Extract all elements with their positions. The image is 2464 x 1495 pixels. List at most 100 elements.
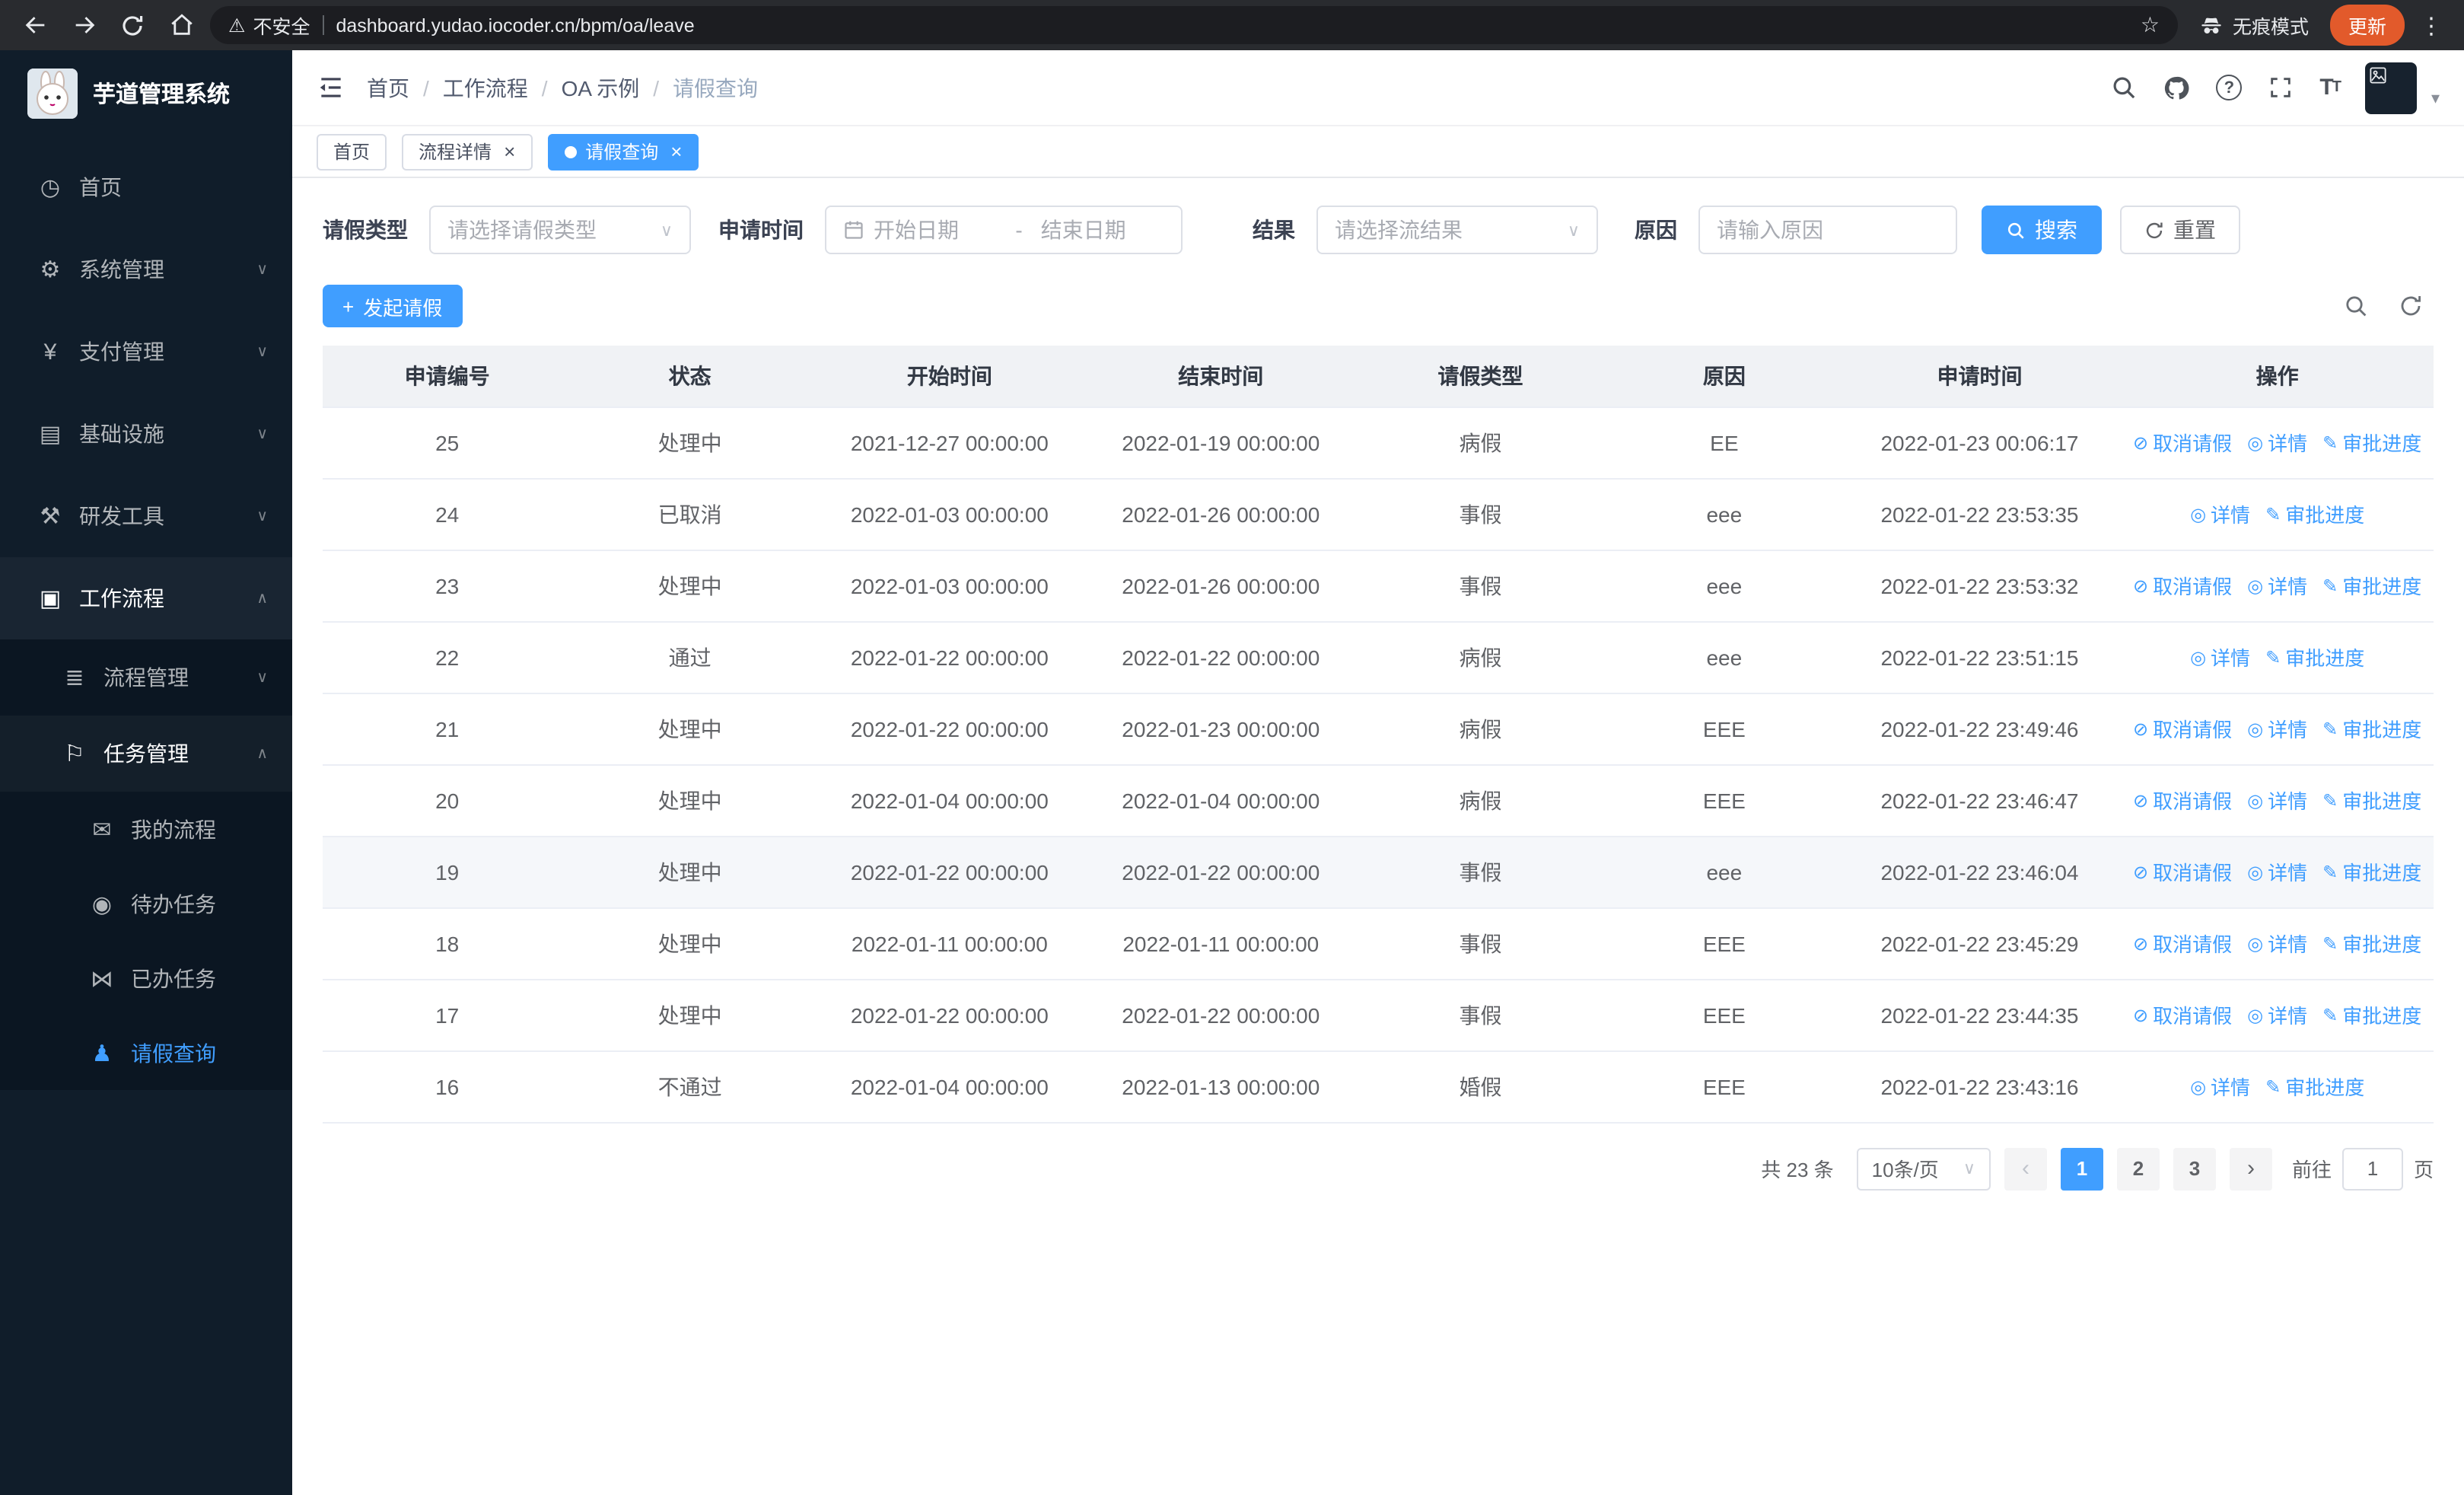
action-progress-link[interactable]: ✎ 审批进度 — [2322, 428, 2421, 457]
apply-time-range-picker[interactable]: 开始日期 - 结束日期 — [825, 206, 1183, 254]
fullscreen-icon[interactable] — [2268, 75, 2294, 100]
next-page-button[interactable]: › — [2229, 1147, 2272, 1190]
action-progress-link[interactable]: ✎ 审批进度 — [2265, 1072, 2364, 1101]
browser-menu-icon[interactable]: ⋮ — [2414, 11, 2449, 39]
cancel-icon: ⊘ — [2133, 932, 2149, 954]
page-size-select[interactable]: 10条/页 ∨ — [1856, 1147, 1991, 1190]
search-icon[interactable] — [2111, 75, 2137, 100]
cell-reason: eee — [1610, 836, 1838, 908]
goto-page-input[interactable] — [2341, 1147, 2403, 1190]
page-1-button[interactable]: 1 — [2060, 1147, 2103, 1190]
sidebar-fold-icon[interactable] — [317, 73, 345, 102]
not-secure-warning[interactable]: ⚠ 不安全 — [228, 11, 310, 40]
action-detail-link[interactable]: ◎ 详情 — [2247, 857, 2307, 886]
action-cancel-link[interactable]: ⊘ 取消请假 — [2133, 428, 2232, 457]
cell-status: 处理中 — [571, 979, 808, 1051]
sidebar-item-todo-tasks[interactable]: ◉ 待办任务 — [0, 866, 292, 941]
cell-status: 处理中 — [571, 907, 808, 980]
sidebar-item-home[interactable]: ◷ 首页 — [0, 146, 292, 228]
action-cancel-link[interactable]: ⊘ 取消请假 — [2133, 1000, 2232, 1029]
avatar-caret-icon[interactable]: ▾ — [2431, 88, 2440, 108]
sidebar-item-dev-tools[interactable]: ⚒ 研发工具 ∨ — [0, 475, 292, 557]
page-3-button[interactable]: 3 — [2173, 1147, 2216, 1190]
action-progress-link[interactable]: ✎ 审批进度 — [2322, 786, 2421, 814]
sidebar-item-done-tasks[interactable]: ⋈ 已办任务 — [0, 941, 292, 1015]
user-avatar[interactable] — [2365, 62, 2418, 113]
action-detail-link[interactable]: ◎ 详情 — [2247, 1000, 2307, 1029]
sidebar-item-workflow[interactable]: ▣ 工作流程 ∧ — [0, 557, 292, 639]
page-2-button[interactable]: 2 — [2116, 1147, 2160, 1190]
cell-end: 2022-01-11 00:00:00 — [1090, 907, 1351, 980]
browser-forward-button[interactable] — [64, 5, 103, 45]
sidebar-item-payment-management[interactable]: ¥ 支付管理 ∨ — [0, 311, 292, 393]
result-select[interactable]: 请选择流结果 ∨ — [1316, 206, 1598, 254]
tab-请假查询[interactable]: 请假查询 × — [547, 133, 699, 170]
browser-home-button[interactable] — [161, 5, 201, 45]
cell-id: 23 — [323, 550, 572, 622]
sidebar-item-my-process[interactable]: ✉ 我的流程 — [0, 792, 292, 866]
app-body: 芋道管理系统 ◷ 首页 ⚙ 系统管理 ∨ ¥ 支付管理 ∨ ▤ 基础设施 ∨ ⚒ 研发工具 ∨ ▣ 工作流程 ∧… — [0, 50, 2464, 1495]
action-detail-link[interactable]: ◎ 详情 — [2247, 714, 2307, 743]
browser-update-button[interactable]: 更新 — [2329, 5, 2405, 46]
action-progress-link[interactable]: ✎ 审批进度 — [2322, 1000, 2421, 1029]
action-progress-link[interactable]: ✎ 审批进度 — [2265, 642, 2364, 671]
create-leave-button[interactable]: + 发起请假 — [323, 285, 463, 327]
toggle-search-icon[interactable] — [2342, 292, 2370, 320]
prev-page-button[interactable]: ‹ — [2004, 1147, 2047, 1190]
action-progress-link[interactable]: ✎ 审批进度 — [2322, 714, 2421, 743]
action-detail-link[interactable]: ◎ 详情 — [2190, 499, 2250, 528]
url-text[interactable]: dashboard.yudao.iocoder.cn/bpm/oa/leave — [336, 14, 2128, 36]
refresh-table-icon[interactable] — [2397, 292, 2424, 320]
action-detail-link[interactable]: ◎ 详情 — [2247, 786, 2307, 814]
search-button[interactable]: 搜索 — [1982, 206, 2102, 254]
search-icon — [2007, 222, 2024, 238]
plus-icon: + — [342, 295, 355, 317]
action-detail-link[interactable]: ◎ 详情 — [2247, 929, 2307, 958]
leave-type-select[interactable]: 请选择请假类型 ∨ — [429, 206, 691, 254]
github-icon[interactable] — [2163, 74, 2190, 101]
action-detail-link[interactable]: ◎ 详情 — [2190, 1072, 2250, 1101]
action-label: 取消请假 — [2153, 432, 2233, 455]
reset-button[interactable]: 重置 — [2120, 206, 2240, 254]
cell-id: 21 — [323, 693, 572, 765]
process-icon: ≣ — [65, 665, 84, 691]
action-progress-link[interactable]: ✎ 审批进度 — [2265, 499, 2364, 528]
reason-input[interactable] — [1698, 206, 1957, 254]
action-cancel-link[interactable]: ⊘ 取消请假 — [2133, 929, 2232, 958]
action-progress-link[interactable]: ✎ 审批进度 — [2322, 857, 2421, 886]
action-detail-link[interactable]: ◎ 详情 — [2247, 428, 2307, 457]
action-cancel-link[interactable]: ⊘ 取消请假 — [2133, 571, 2232, 600]
action-detail-link[interactable]: ◎ 详情 — [2190, 642, 2250, 671]
app-logo[interactable]: 芋道管理系统 — [0, 50, 292, 137]
browser-back-button[interactable] — [15, 5, 55, 45]
sidebar-item-process-management[interactable]: ≣ 流程管理 ∨ — [0, 639, 292, 716]
action-progress-link[interactable]: ✎ 审批进度 — [2322, 929, 2421, 958]
tab-流程详情[interactable]: 流程详情 × — [402, 133, 533, 170]
breadcrumb-item[interactable]: 工作流程 — [443, 72, 528, 103]
action-cancel-link[interactable]: ⊘ 取消请假 — [2133, 714, 2232, 743]
sidebar-item-leave-query[interactable]: ♟ 请假查询 — [0, 1015, 292, 1090]
tab-首页[interactable]: 首页 — [317, 133, 387, 170]
address-bar[interactable]: ⚠ 不安全 dashboard.yudao.iocoder.cn/bpm/oa/… — [210, 6, 2178, 44]
action-detail-link[interactable]: ◎ 详情 — [2247, 571, 2307, 600]
action-cancel-link[interactable]: ⊘ 取消请假 — [2133, 786, 2232, 814]
sidebar-item-infrastructure[interactable]: ▤ 基础设施 ∨ — [0, 393, 292, 475]
font-size-icon[interactable]: TT — [2319, 75, 2341, 100]
cell-id: 22 — [323, 621, 572, 693]
action-cancel-link[interactable]: ⊘ 取消请假 — [2133, 857, 2232, 886]
table-row: 16 不通过 2022-01-04 00:00:00 2022-01-13 00:00… — [323, 1050, 2434, 1123]
browser-refresh-button[interactable] — [113, 5, 152, 45]
cell-start: 2022-01-03 00:00:00 — [808, 478, 1091, 550]
action-progress-link[interactable]: ✎ 审批进度 — [2322, 571, 2421, 600]
cell-applied: 2022-01-22 23:51:15 — [1838, 621, 2122, 693]
breadcrumb-item[interactable]: OA 示例 — [562, 72, 640, 103]
tab-close-icon[interactable]: × — [670, 142, 682, 161]
sidebar-item-system-management[interactable]: ⚙ 系统管理 ∨ — [0, 228, 292, 311]
logo-avatar — [27, 69, 78, 119]
help-icon[interactable]: ? — [2216, 75, 2243, 100]
sidebar-item-task-management[interactable]: ⚐ 任务管理 ∧ — [0, 716, 292, 792]
tab-close-icon[interactable]: × — [504, 142, 515, 161]
bookmark-star-icon[interactable]: ☆ — [2141, 12, 2160, 38]
breadcrumb-item[interactable]: 首页 — [367, 72, 409, 103]
breadcrumb-separator: / — [423, 75, 429, 100]
